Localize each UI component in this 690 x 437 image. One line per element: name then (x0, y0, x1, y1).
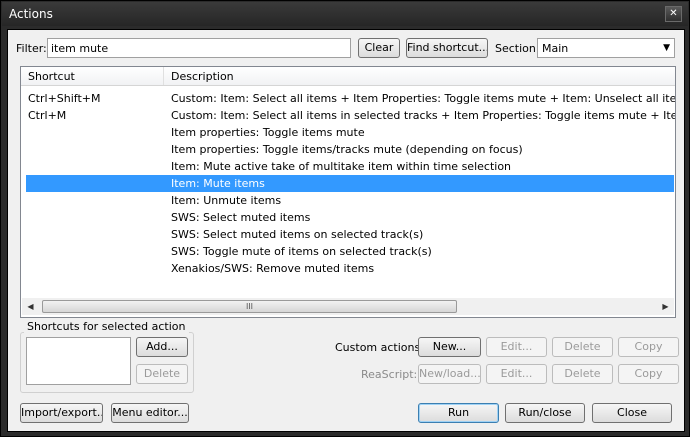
chevron-down-icon: ▼ (663, 43, 670, 53)
list-row[interactable]: SWS: Select muted items (26, 209, 674, 226)
section-select[interactable]: Main ▼ (537, 38, 675, 58)
row-description: Item: Unmute items (171, 194, 282, 207)
reascript-delete-button[interactable]: Delete (552, 364, 613, 384)
reascript-label: ReaScript: (361, 368, 418, 381)
custom-action-edit-button[interactable]: Edit... (486, 337, 547, 357)
shortcuts-group-title: Shortcuts for selected action (24, 320, 189, 333)
row-description: Custom: Item: Select all items + Item Pr… (171, 92, 676, 105)
run-button[interactable]: Run (418, 403, 499, 423)
filter-label: Filter: (16, 42, 47, 55)
row-description: Item: Mute active take of multitake item… (171, 160, 512, 173)
menu-editor-button[interactable]: Menu editor... (111, 403, 189, 423)
clear-button[interactable]: Clear (358, 38, 400, 58)
row-description: SWS: Toggle mute of items on selected tr… (171, 245, 432, 258)
reascript-edit-button[interactable]: Edit... (486, 364, 547, 384)
list-row[interactable]: Item: Unmute items (26, 192, 674, 209)
column-divider[interactable] (163, 67, 164, 85)
row-description: Xenakios/SWS: Remove muted items (171, 262, 375, 275)
list-row[interactable]: Ctrl+M Custom: Item: Select all items in … (26, 107, 675, 124)
title-bar[interactable]: Actions ✕ (2, 2, 688, 26)
custom-action-copy-button[interactable]: Copy (618, 337, 679, 357)
list-row[interactable]: Item properties: Toggle items/tracks mut… (26, 141, 674, 158)
row-description: SWS: Select muted items on selected trac… (171, 228, 424, 241)
section-label: Section: (495, 42, 540, 55)
list-row[interactable]: Ctrl+Shift+M Custom: Item: Select all ite… (26, 90, 676, 107)
run-close-button[interactable]: Run/close (505, 403, 585, 423)
row-description: Item properties: Toggle items/tracks mut… (171, 143, 523, 156)
custom-action-new-button[interactable]: New... (418, 337, 481, 357)
window-title: Actions (9, 7, 53, 21)
actions-window: Actions ✕ Filter: item mute Clear Find s… (0, 0, 690, 437)
column-header-description[interactable]: Description (171, 70, 234, 83)
list-header: Shortcut Description (21, 67, 675, 86)
actions-list[interactable]: Shortcut Description Ctrl+Shift+M Custom:… (20, 66, 676, 318)
import-export-button[interactable]: Import/export... (20, 403, 103, 423)
list-row[interactable]: SWS: Toggle mute of items on selected tr… (26, 243, 674, 260)
custom-action-delete-button[interactable]: Delete (552, 337, 613, 357)
custom-actions-label: Custom actions: (335, 341, 424, 354)
reascript-new-load-button[interactable]: New/load... (418, 364, 481, 384)
scroll-left-icon[interactable]: ◀ (22, 298, 39, 315)
shortcuts-listbox[interactable] (26, 337, 131, 385)
close-button[interactable]: Close (592, 403, 672, 423)
list-row[interactable]: Xenakios/SWS: Remove muted items (26, 260, 674, 277)
scroll-right-icon[interactable]: ▶ (657, 298, 674, 315)
row-shortcut: Ctrl+M (28, 109, 67, 122)
list-row[interactable]: Item properties: Toggle items mute (26, 124, 674, 141)
list-row[interactable]: Item: Mute items (26, 175, 674, 192)
column-header-shortcut[interactable]: Shortcut (28, 70, 75, 83)
horizontal-scrollbar[interactable]: ◀ III ▶ (22, 298, 674, 315)
close-window-button[interactable]: ✕ (665, 6, 682, 22)
row-description: SWS: Select muted items (171, 211, 311, 224)
add-shortcut-button[interactable]: Add... (136, 337, 188, 357)
row-description: Custom: Item: Select all items in select… (171, 109, 675, 122)
dialog-body: Filter: item mute Clear Find shortcut...… (7, 29, 685, 432)
row-shortcut: Ctrl+Shift+M (28, 92, 101, 105)
row-description: Item properties: Toggle items mute (171, 126, 365, 139)
find-shortcut-button[interactable]: Find shortcut... (406, 38, 488, 58)
delete-shortcut-button[interactable]: Delete (136, 364, 188, 384)
filter-input-value: item mute (51, 42, 109, 55)
row-description: Item: Mute items (171, 177, 265, 190)
section-select-value: Main (542, 42, 569, 55)
list-row[interactable]: SWS: Select muted items on selected trac… (26, 226, 674, 243)
list-row[interactable]: Item: Mute active take of multitake item… (26, 158, 674, 175)
scrollbar-thumb[interactable]: III (42, 300, 457, 313)
reascript-copy-button[interactable]: Copy (618, 364, 679, 384)
filter-input[interactable]: item mute (47, 38, 351, 58)
